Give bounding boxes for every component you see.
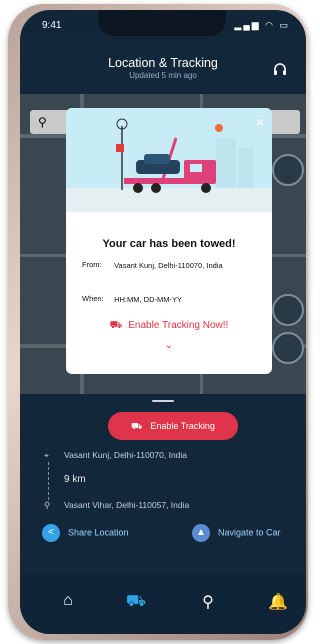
enable-tracking-now-label: Enable Tracking Now!! (128, 320, 229, 331)
towed-alert-modal: × Your car has been towed! From: Vasant … (66, 108, 272, 374)
search-icon: ⚲ (38, 115, 47, 129)
to-address-row: ⚲ Vasant Vihar, Delhi-110057, India (44, 500, 189, 511)
share-location-label: Share Location (68, 527, 129, 538)
bottom-sheet: ⛟ Enable Tracking ⌖ Vasant Kunj, Delhi-110… (20, 394, 306, 574)
car-icon: ⛟ (109, 320, 123, 331)
bottom-tab-bar: ⌂ ⛟ ⚲ 🔔 (20, 574, 306, 634)
headset-icon[interactable] (272, 62, 288, 78)
status-bar: 9:41 ▂▄▆ ◠ ▭ (20, 10, 306, 38)
enable-tracking-button[interactable]: ⛟ Enable Tracking (108, 412, 238, 440)
from-label: From: (82, 260, 102, 269)
navigation-arrow-icon: ▲ (192, 524, 210, 542)
enable-tracking-now-link[interactable]: ⛟ Enable Tracking Now!! (66, 320, 272, 333)
map-location-button[interactable] (272, 332, 304, 364)
when-row: When: HH:MM, DD-MM-YY (82, 294, 254, 305)
to-address: Vasant Vihar, Delhi-110057, India (64, 500, 190, 510)
destination-pin-icon: ⚲ (44, 500, 51, 510)
route-icon[interactable]: ⚲ (194, 592, 222, 616)
app-screen: 9:41 ▂▄▆ ◠ ▭ Location & Tracking Updated… (20, 10, 306, 634)
chevron-down-icon[interactable]: ⌄ (66, 340, 272, 351)
from-address: Vasant Kunj, Delhi-110070, India (64, 450, 188, 460)
origin-pin-icon: ⌖ (44, 450, 49, 460)
navigate-to-car-button[interactable]: ▲ Navigate to Car (192, 524, 281, 542)
app-header: Location & Tracking Updated 5 min ago (20, 38, 306, 94)
car-tracking-icon[interactable]: ⛟ (122, 592, 150, 616)
enable-tracking-label: Enable Tracking (150, 421, 215, 431)
car-icon: ⛟ (131, 421, 143, 431)
last-updated-text: Updated 5 min ago (129, 71, 197, 80)
tow-truck-illustration (66, 108, 272, 212)
when-value: HH:MM, DD-MM-YY (114, 295, 183, 304)
bell-icon[interactable]: 🔔 (264, 592, 292, 616)
distance-text: 9 km (64, 474, 86, 485)
from-row: From: Vasant Kunj, Delhi-110070, India (82, 260, 254, 271)
share-icon: < (42, 524, 60, 542)
status-icons: ▂▄▆ ◠ ▭ (234, 20, 290, 30)
from-value: Vasant Kunj, Delhi-110070, India (114, 261, 223, 270)
share-location-button[interactable]: < Share Location (42, 524, 129, 542)
map-car-button[interactable] (272, 154, 304, 186)
page-title: Location & Tracking (108, 56, 218, 70)
when-label: When: (82, 294, 104, 303)
towed-heading: Your car has been towed! (102, 238, 236, 250)
close-icon[interactable]: × (256, 114, 264, 130)
status-time: 9:41 (42, 20, 62, 31)
drag-handle[interactable] (152, 400, 174, 402)
route-dashed-line (48, 462, 50, 500)
from-address-row: ⌖ Vasant Kunj, Delhi-110070, India (44, 450, 187, 461)
navigate-to-car-label: Navigate to Car (218, 527, 281, 538)
home-icon[interactable]: ⌂ (54, 592, 82, 616)
map-parking-button[interactable] (272, 294, 304, 326)
